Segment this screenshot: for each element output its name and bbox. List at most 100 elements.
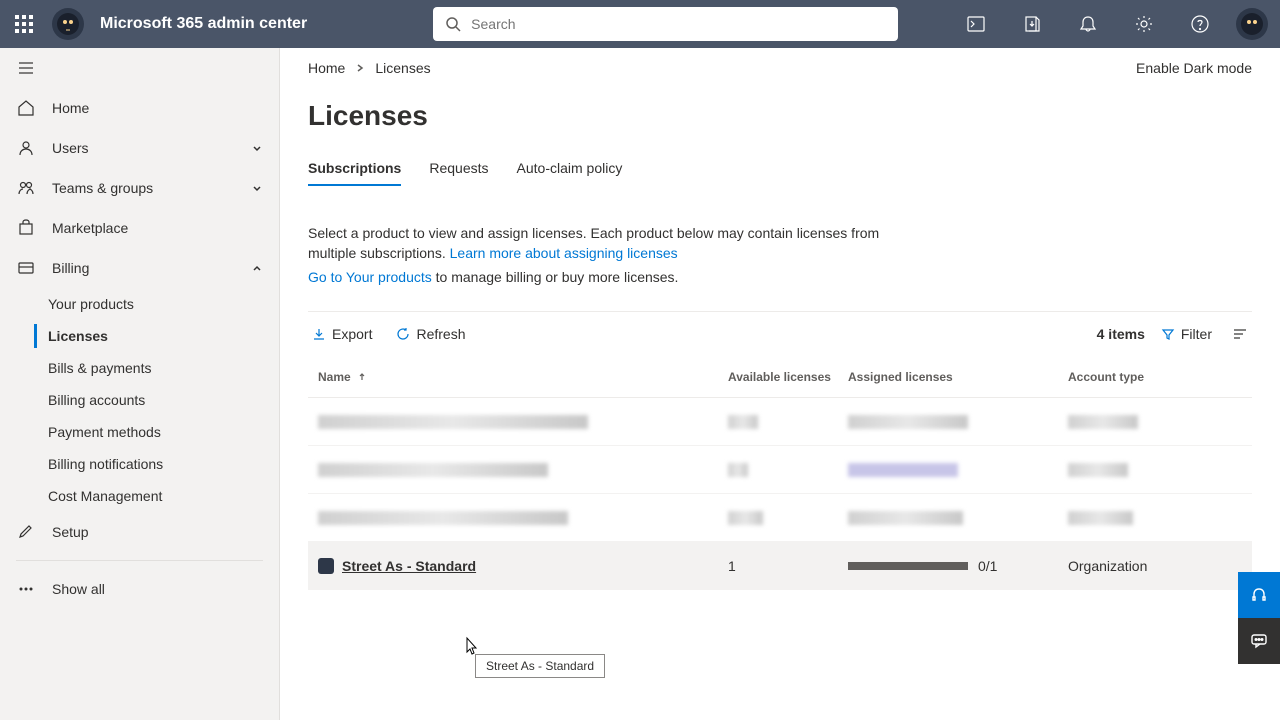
tab-subscriptions[interactable]: Subscriptions — [308, 152, 401, 186]
notifications-icon[interactable] — [1068, 4, 1108, 44]
redacted-content — [1068, 415, 1138, 429]
item-count: 4 items — [1097, 326, 1145, 342]
settings-icon[interactable] — [1124, 4, 1164, 44]
teams-icon — [16, 178, 36, 198]
nav-home[interactable]: Home — [0, 88, 279, 128]
nav-setup[interactable]: Setup — [0, 512, 279, 552]
cell-available: 1 — [728, 558, 848, 574]
nav-users[interactable]: Users — [0, 128, 279, 168]
nav-label: Setup — [52, 524, 89, 540]
redacted-content — [728, 415, 758, 429]
search-box[interactable] — [433, 7, 898, 41]
page-title: Licenses — [308, 100, 1252, 132]
table-row[interactable] — [308, 494, 1252, 542]
dark-mode-toggle[interactable]: Enable Dark mode — [1136, 60, 1252, 76]
nav-label: Billing — [52, 260, 89, 276]
refresh-button[interactable]: Refresh — [392, 322, 469, 346]
nav-licenses[interactable]: Licenses — [0, 320, 279, 352]
table-row-street-as[interactable]: Street As - Standard 1 0/1 Organization — [308, 542, 1252, 590]
tab-auto-claim[interactable]: Auto-claim policy — [517, 152, 623, 186]
column-account[interactable]: Account type — [1068, 370, 1252, 384]
billing-icon — [16, 258, 36, 278]
breadcrumb: Home Licenses — [308, 60, 431, 76]
nav-show-all[interactable]: Show all — [0, 569, 279, 609]
redacted-content — [318, 511, 568, 525]
nav-label: Marketplace — [52, 220, 128, 236]
table-row[interactable] — [308, 398, 1252, 446]
product-link[interactable]: Street As - Standard — [342, 558, 476, 574]
setup-icon — [16, 522, 36, 542]
marketplace-icon — [16, 218, 36, 238]
chevron-down-icon — [251, 182, 263, 194]
search-container — [433, 7, 898, 41]
nav-billing[interactable]: Billing — [0, 248, 279, 288]
chevron-down-icon — [251, 142, 263, 154]
home-icon — [16, 98, 36, 118]
redacted-content — [1068, 463, 1128, 477]
main-content: Home Licenses Enable Dark mode Licenses … — [280, 48, 1280, 720]
cell-assigned: 0/1 — [848, 558, 1068, 574]
nav-label: Teams & groups — [52, 180, 153, 196]
global-header: Microsoft 365 admin center — [0, 0, 1280, 48]
more-icon — [16, 579, 36, 599]
filter-button[interactable]: Filter — [1161, 326, 1212, 342]
description-text: Select a product to view and assign lice… — [308, 223, 908, 263]
your-products-link[interactable]: Go to Your products — [308, 269, 432, 285]
column-name[interactable]: Name — [308, 370, 728, 384]
nav-collapse-button[interactable] — [0, 48, 279, 88]
redacted-content — [1068, 511, 1133, 525]
redacted-content — [848, 415, 968, 429]
cell-account: Organization — [1068, 558, 1252, 574]
tab-requests[interactable]: Requests — [429, 152, 488, 186]
app-launcher-icon[interactable] — [12, 12, 36, 36]
nav-your-products[interactable]: Your products — [0, 288, 279, 320]
app-title: Microsoft 365 admin center — [100, 15, 307, 33]
redacted-content — [728, 511, 763, 525]
help-icon[interactable] — [1180, 4, 1220, 44]
download-icon[interactable] — [1012, 4, 1052, 44]
progress-bar — [848, 562, 968, 570]
refresh-icon — [396, 327, 410, 341]
nav-payment-methods[interactable]: Payment methods — [0, 416, 279, 448]
nav-bills-payments[interactable]: Bills & payments — [0, 352, 279, 384]
breadcrumb-current: Licenses — [375, 60, 430, 76]
tenant-logo[interactable] — [52, 8, 84, 40]
download-icon — [312, 327, 326, 341]
nav-cost-management[interactable]: Cost Management — [0, 480, 279, 512]
nav-divider — [16, 560, 263, 561]
tabs: Subscriptions Requests Auto-claim policy — [308, 152, 1252, 187]
support-tab[interactable] — [1238, 572, 1280, 618]
search-input[interactable] — [471, 16, 886, 32]
filter-icon — [1161, 327, 1175, 341]
sort-up-icon — [357, 372, 367, 382]
learn-more-link[interactable]: Learn more about assigning licenses — [450, 245, 678, 261]
chevron-up-icon — [251, 262, 263, 274]
export-button[interactable]: Export — [308, 322, 376, 346]
table-header: Name Available licenses Assigned license… — [308, 356, 1252, 398]
feedback-tab[interactable] — [1238, 618, 1280, 664]
nav-label: Home — [52, 100, 89, 116]
nav-marketplace[interactable]: Marketplace — [0, 208, 279, 248]
chevron-right-icon — [355, 63, 365, 73]
table-row[interactable] — [308, 446, 1252, 494]
nav-billing-notifications[interactable]: Billing notifications — [0, 448, 279, 480]
breadcrumb-home[interactable]: Home — [308, 60, 345, 76]
nav-teams-groups[interactable]: Teams & groups — [0, 168, 279, 208]
redacted-content — [728, 463, 748, 477]
column-assigned[interactable]: Assigned licenses — [848, 370, 1068, 384]
nav-label: Show all — [52, 581, 105, 597]
account-avatar[interactable] — [1236, 8, 1268, 40]
shell-icon[interactable] — [956, 4, 996, 44]
description-text-2: Go to Your products to manage billing or… — [308, 267, 1252, 287]
hover-tooltip: Street As - Standard — [475, 654, 605, 678]
redacted-content — [318, 463, 548, 477]
side-panel-tabs — [1238, 572, 1280, 664]
users-icon — [16, 138, 36, 158]
table-toolbar: Export Refresh 4 items Filter — [308, 311, 1252, 356]
redacted-content — [848, 463, 958, 477]
content-topbar: Home Licenses Enable Dark mode — [280, 48, 1280, 88]
nav-billing-accounts[interactable]: Billing accounts — [0, 384, 279, 416]
nav-sidebar: Home Users Teams & groups Marketplace Bi… — [0, 48, 280, 720]
list-options-button[interactable] — [1228, 322, 1252, 346]
column-available[interactable]: Available licenses — [728, 370, 848, 384]
